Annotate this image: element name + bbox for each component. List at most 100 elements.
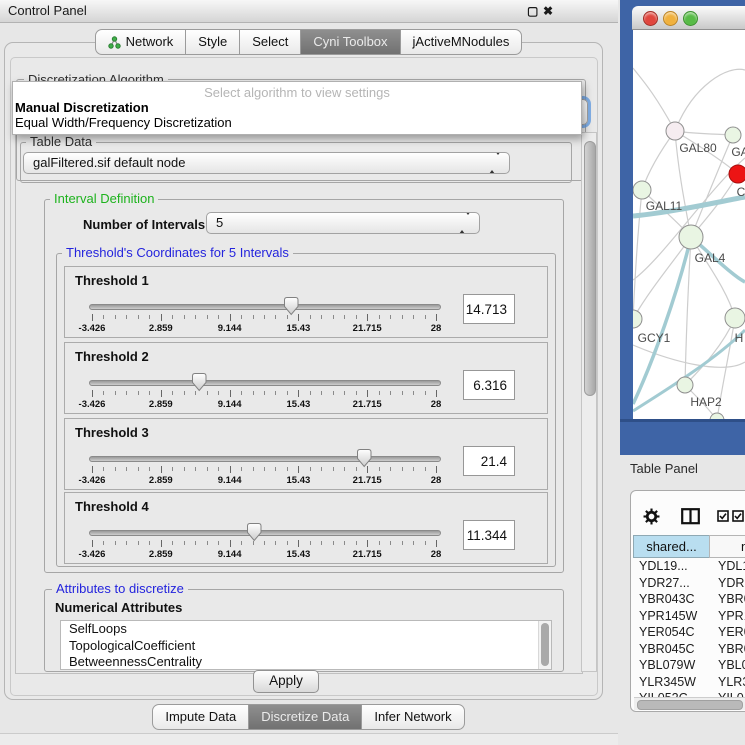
network-node-c[interactable] xyxy=(729,165,745,183)
slider-tick-label: 2.859 xyxy=(131,323,191,334)
threshold-value-input[interactable]: 14.713 xyxy=(463,294,515,324)
gear-icon[interactable] xyxy=(643,508,660,525)
slider-tick xyxy=(253,315,254,319)
slider-tick xyxy=(333,467,334,471)
slider-tick xyxy=(275,467,276,471)
column-header-shared-name[interactable]: shared... xyxy=(633,535,710,558)
slider-tick xyxy=(275,315,276,319)
tab-cyni-toolbox[interactable]: Cyni Toolbox xyxy=(300,29,400,55)
checkbox-icon[interactable] xyxy=(732,510,744,522)
list-item-topologicalcoefficient[interactable]: TopologicalCoefficient xyxy=(61,638,551,655)
table-row[interactable]: YBR045CYBR0 xyxy=(633,642,745,659)
table-panel-window: shared... n... YDL19...YDL1YDR27...YDR2Y… xyxy=(630,490,745,712)
network-node-label: GAL80 xyxy=(679,141,717,155)
slider-tick xyxy=(367,314,368,321)
slider-tick xyxy=(287,467,288,471)
slider-tick xyxy=(184,541,185,545)
slider-tick xyxy=(344,391,345,395)
slider-tick xyxy=(379,315,380,319)
table-horizontal-scrollbar[interactable] xyxy=(634,697,745,710)
slider-tick xyxy=(149,315,150,319)
threshold-slider-track[interactable] xyxy=(89,530,441,536)
slider-tick xyxy=(195,315,196,319)
slider-thumb[interactable] xyxy=(191,372,208,392)
network-node-label: GCY1 xyxy=(638,331,671,345)
table-row[interactable]: YBL079WYBL0 xyxy=(633,658,745,675)
close-window-icon[interactable]: ✖ xyxy=(543,4,553,18)
tab-style[interactable]: Style xyxy=(185,29,240,55)
tab-jactivemnodules[interactable]: jActiveMNodules xyxy=(400,29,523,55)
float-window-icon[interactable]: ▢ xyxy=(527,4,538,18)
table-row[interactable]: YLR345WYLR3 xyxy=(633,675,745,692)
network-node-ga[interactable] xyxy=(725,127,741,143)
slider-tick xyxy=(298,466,299,473)
table-row[interactable]: YBR043CYBR0 xyxy=(633,592,745,609)
network-node-label: HAP2 xyxy=(690,395,722,409)
zoom-traffic-light-icon[interactable] xyxy=(683,11,698,26)
checkbox-icon[interactable] xyxy=(717,510,729,522)
network-node-hap2[interactable] xyxy=(677,377,693,393)
slider-thumb[interactable] xyxy=(246,522,263,542)
table-cell-shared-name: YDL19... xyxy=(639,559,688,573)
table-row[interactable]: YPR145WYPR1 xyxy=(633,609,745,626)
scrollbar-thumb[interactable] xyxy=(541,623,549,666)
settings-vertical-scrollbar[interactable] xyxy=(581,132,597,672)
slider-tick xyxy=(321,467,322,471)
slider-tick-label: 21.715 xyxy=(337,323,397,334)
slider-thumb[interactable] xyxy=(283,296,300,316)
close-traffic-light-icon[interactable] xyxy=(643,11,658,26)
scrollbar-thumb[interactable] xyxy=(584,141,596,396)
tab-select[interactable]: Select xyxy=(239,29,301,55)
columns-icon[interactable] xyxy=(681,508,700,525)
list-item-betweennesscentrality[interactable]: BetweennessCentrality xyxy=(61,654,551,670)
threshold-value-input[interactable]: 21.4 xyxy=(463,446,515,476)
network-node-gal11[interactable] xyxy=(633,181,651,199)
slider-tick xyxy=(253,391,254,395)
threshold-slider-track[interactable] xyxy=(89,304,441,310)
tab-infer-network[interactable]: Infer Network xyxy=(361,704,464,730)
numerical-attributes-list[interactable]: SelfLoopsTopologicalCoefficientBetweenne… xyxy=(60,620,552,670)
threshold-value-input[interactable]: 11.344 xyxy=(463,520,515,550)
threshold-slider-track[interactable] xyxy=(89,456,441,462)
slider-tick xyxy=(207,315,208,319)
slider-thumb[interactable] xyxy=(356,448,373,468)
tab-network[interactable]: Network xyxy=(95,29,187,55)
attributes-list-scrollbar[interactable] xyxy=(538,621,551,669)
table-data-combobox[interactable]: galFiltered.sif default node xyxy=(23,152,510,174)
slider-tick xyxy=(310,391,311,395)
network-node-h[interactable] xyxy=(725,308,745,328)
slider-tick xyxy=(298,390,299,397)
slider-tick xyxy=(298,540,299,547)
table-row[interactable]: YDL19...YDL1 xyxy=(633,559,745,576)
slider-tick-label: 15.43 xyxy=(268,399,328,410)
minimize-traffic-light-icon[interactable] xyxy=(663,11,678,26)
number-of-intervals-combobox[interactable]: 5 xyxy=(206,212,480,234)
network-window-titlebar[interactable] xyxy=(632,6,745,30)
tab-discretize-data[interactable]: Discretize Data xyxy=(248,704,362,730)
slider-tick xyxy=(264,467,265,471)
tab-impute-data[interactable]: Impute Data xyxy=(152,704,249,730)
slider-tick xyxy=(230,314,231,321)
network-node-gcy1[interactable] xyxy=(633,310,642,328)
list-item-selfloops[interactable]: SelfLoops xyxy=(61,621,551,638)
slider-tick xyxy=(333,391,334,395)
apply-button[interactable]: Apply xyxy=(253,670,319,693)
slider-tick xyxy=(356,391,357,395)
table-row[interactable]: YDR27...YDR2 xyxy=(633,576,745,593)
window-bottom-edge xyxy=(0,733,618,745)
network-canvas[interactable]: GAL80GACGAL11GAL4GCY1HHAP2 xyxy=(633,30,745,419)
slider-tick xyxy=(390,541,391,545)
threshold-value-input[interactable]: 6.316 xyxy=(463,370,515,400)
network-node-gal4[interactable] xyxy=(679,225,703,249)
slider-tick xyxy=(287,541,288,545)
column-header-name[interactable]: n... xyxy=(709,535,745,558)
scrollbar-thumb[interactable] xyxy=(637,700,743,710)
slider-tick xyxy=(126,541,127,545)
threshold-slider-track[interactable] xyxy=(89,380,441,386)
dropdown-option-manual-discretization[interactable]: Manual Discretization xyxy=(15,100,149,115)
network-node-gal80[interactable] xyxy=(666,122,684,140)
table-row[interactable]: YER054CYER0 xyxy=(633,625,745,642)
slider-tick xyxy=(103,467,104,471)
table-cell-shared-name: YER054C xyxy=(639,625,695,639)
dropdown-option-equal-width-frequency[interactable]: Equal Width/Frequency Discretization xyxy=(15,115,232,130)
